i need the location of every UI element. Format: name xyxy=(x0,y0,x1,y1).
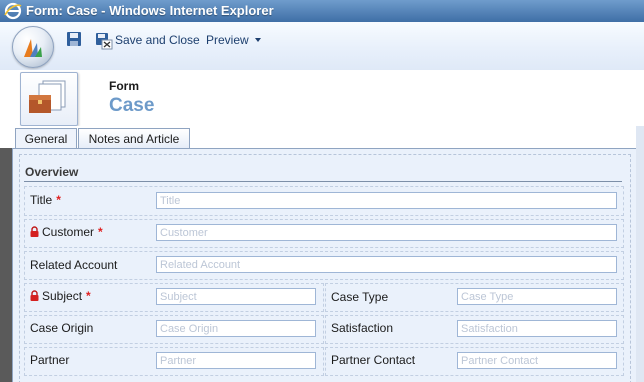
case-origin-label: Case Origin xyxy=(30,321,94,335)
entity-name-title: Case xyxy=(109,95,155,116)
lock-icon xyxy=(30,290,39,301)
related-account-input[interactable]: Related Account xyxy=(156,256,617,273)
section-divider xyxy=(24,181,622,182)
title-bar: Form: Case - Windows Internet Explorer xyxy=(0,0,644,23)
related-account-label: Related Account xyxy=(30,258,118,272)
required-indicator: * xyxy=(98,225,103,239)
chevron-down-icon xyxy=(255,38,261,42)
subject-input[interactable]: Subject xyxy=(156,288,316,305)
ie-logo-icon xyxy=(4,2,22,20)
tab-general[interactable]: General xyxy=(15,128,77,148)
save-close-icon xyxy=(96,33,113,50)
title-input[interactable]: Title xyxy=(156,192,617,209)
save-icon[interactable] xyxy=(66,31,82,47)
section-title: Overview xyxy=(25,165,79,179)
form-header xyxy=(0,70,644,126)
ie-window: Form: Case - Windows Internet Explorer S… xyxy=(0,0,644,382)
partner-input[interactable]: Partner xyxy=(156,352,316,369)
preview-label: Preview xyxy=(206,33,249,47)
case-type-label: Case Type xyxy=(331,290,389,304)
window-title: Form: Case - Windows Internet Explorer xyxy=(26,3,274,18)
tab-notes-and-article[interactable]: Notes and Article xyxy=(78,128,190,148)
customer-input[interactable]: Customer xyxy=(156,224,617,241)
required-indicator: * xyxy=(86,289,91,303)
case-origin-select[interactable]: Case Origin xyxy=(156,320,316,337)
partner-contact-label: Partner Contact xyxy=(331,353,416,367)
crm-orb-icon xyxy=(24,39,42,57)
required-indicator: * xyxy=(56,193,61,207)
partner-label: Partner xyxy=(30,353,70,367)
form-type-label: Form xyxy=(109,79,139,93)
case-entity-icon xyxy=(20,72,78,126)
save-and-close-label: Save and Close xyxy=(115,33,200,47)
case-type-select[interactable]: Case Type xyxy=(457,288,617,305)
vertical-scrollbar[interactable] xyxy=(636,126,644,382)
satisfaction-label: Satisfaction xyxy=(331,321,394,335)
customer-label: Customer * xyxy=(30,225,103,239)
subject-label: Subject * xyxy=(30,289,91,303)
title-label: Title * xyxy=(30,193,61,207)
crm-orb-button[interactable] xyxy=(12,26,54,68)
partner-contact-input[interactable]: Partner Contact xyxy=(457,352,617,369)
satisfaction-select[interactable]: Satisfaction xyxy=(457,320,617,337)
lock-icon xyxy=(30,226,39,237)
